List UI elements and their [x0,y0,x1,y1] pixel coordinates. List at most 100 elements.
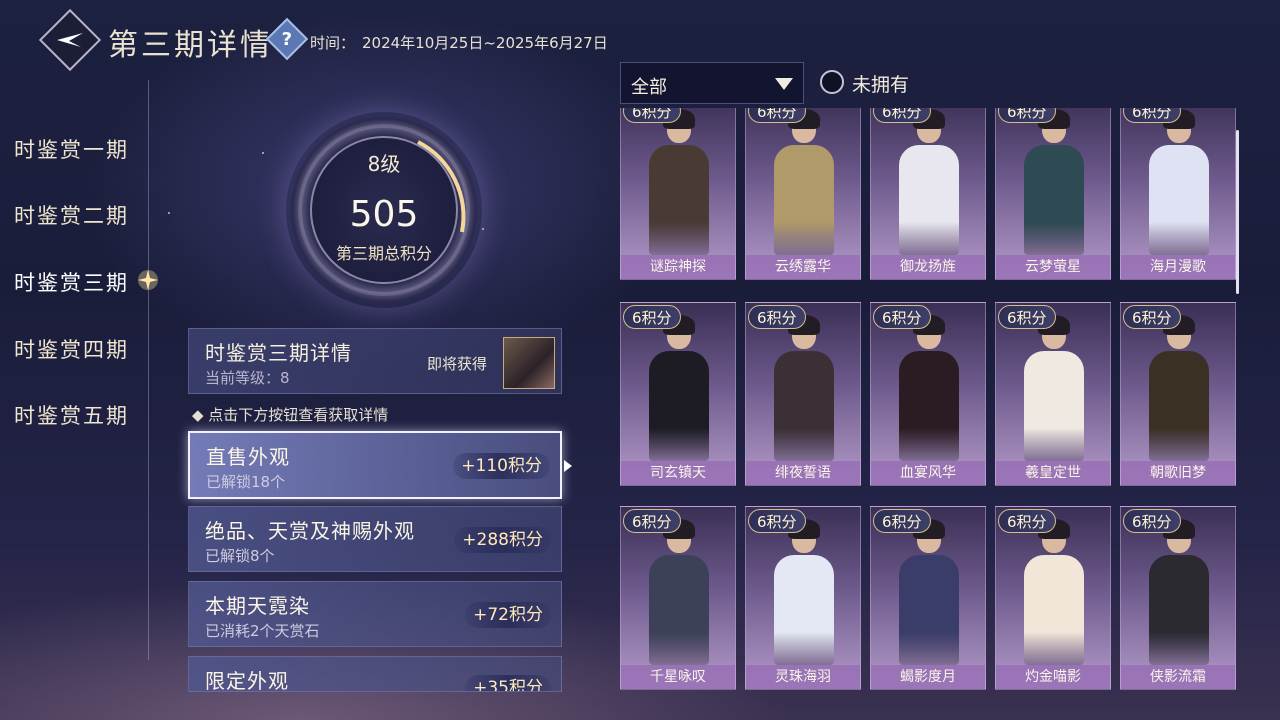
costume-body [1024,351,1084,461]
costume-body [774,145,834,255]
category-dye[interactable]: 本期天霓染 已消耗2个天赏石 +72积分 [188,581,562,647]
costume-card[interactable]: 6积分朝歌旧梦 [1120,302,1236,486]
costume-body [1149,145,1209,255]
score-inner: 8级 505 第三期总积分 [310,136,458,284]
category-title: 绝品、天赏及神赐外观 [205,519,415,543]
costume-figure [1024,108,1084,255]
costume-body [649,351,709,461]
category-points: +35积分 [465,675,551,691]
costume-figure [1024,311,1084,461]
points-badge: 6积分 [873,509,931,533]
star-decoration [168,212,170,214]
category-sub: 已解锁8个 [205,547,275,565]
costume-name: 灵珠海羽 [746,665,860,689]
costume-card[interactable]: 6积分云梦萤星 [995,108,1111,280]
time-range: 2024年10月25日~2025年6月27日 [362,34,608,52]
costume-card[interactable]: 6积分云绣露华 [745,108,861,280]
points-badge: 6积分 [998,108,1056,123]
costume-card[interactable]: 6积分谜踪神探 [620,108,736,280]
nav-divider [148,80,149,660]
category-premium[interactable]: 绝品、天赏及神赐外观 已解锁8个 +288积分 [188,506,562,572]
total-points-label: 第三期总积分 [335,244,432,263]
nav-item-period-4[interactable]: 时鉴赏四期 [14,334,129,364]
time-label: 时间： [310,34,356,52]
costume-name: 谜踪神探 [621,255,735,279]
costume-card[interactable]: 6积分司玄镇天 [620,302,736,486]
costume-body [649,145,709,255]
detail-title: 时鉴赏三期详情 [205,341,352,365]
nav-item-period-5[interactable]: 时鉴赏五期 [14,400,129,430]
costume-figure [774,515,834,665]
star-decoration [262,152,264,154]
upcoming-reward-thumbnail[interactable] [503,337,555,389]
costume-name: 灼金喵影 [996,665,1110,689]
points-badge: 6积分 [748,509,806,533]
filter-value: 全部 [631,77,667,98]
costume-name: 朝歌旧梦 [1121,461,1235,485]
costume-name: 御龙扬旌 [871,255,985,279]
back-arrow-icon [57,33,83,47]
caret-down-icon [775,78,793,90]
costume-name: 云梦萤星 [996,255,1110,279]
costume-name: 司玄镇天 [621,461,735,485]
nav-item-period-2[interactable]: 时鉴赏二期 [14,200,129,230]
costume-figure [649,311,709,461]
costume-figure [774,311,834,461]
costume-figure [899,515,959,665]
costume-figure [899,311,959,461]
costume-figure [649,108,709,255]
costume-card[interactable]: 6积分 蝎影度月 [870,506,986,690]
costume-body [774,351,834,461]
total-points: 505 [349,194,419,235]
costume-name: 绯夜誓语 [746,461,860,485]
star-decoration [482,228,484,230]
points-badge: 6积分 [623,305,681,329]
nav-item-period-3[interactable]: 时鉴赏三期 [14,267,129,297]
unowned-checkbox[interactable] [820,70,844,94]
costume-body [899,351,959,461]
costume-card[interactable]: 6积分绯夜誓语 [745,302,861,486]
costume-figure [774,108,834,255]
page-title: 第三期详情 [108,28,273,63]
costume-card[interactable]: 6积分 千星咏叹 [620,506,736,690]
costume-body [1024,555,1084,665]
period-detail-panel: 时鉴赏三期详情 当前等级：8 即将获得 [188,328,562,394]
costume-name: 海月漫歌 [1121,255,1235,279]
score-medallion: 8级 505 第三期总积分 [286,112,482,308]
costume-card[interactable]: 6积分 海月漫歌 [1120,108,1236,280]
costume-card[interactable]: 6积分灵珠海羽 [745,506,861,690]
category-title: 本期天霓染 [205,594,310,618]
points-badge: 6积分 [998,509,1056,533]
costume-card[interactable]: 6积分 侠影流霜 [1120,506,1236,690]
costume-figure [1149,515,1209,665]
hint-text: ◆ 点击下方按钮查看获取详情 [192,406,389,424]
costume-card[interactable]: 6积分 羲皇定世 [995,302,1111,486]
costume-card[interactable]: 6积分灼金喵影 [995,506,1111,690]
costume-body [649,555,709,665]
costume-name: 羲皇定世 [996,461,1110,485]
nav-item-period-1[interactable]: 时鉴赏一期 [14,134,129,164]
costume-body [899,145,959,255]
costume-name: 云绣露华 [746,255,860,279]
costume-body [899,555,959,665]
filter-dropdown[interactable]: 全部 [620,62,804,104]
points-badge: 6积分 [623,108,681,123]
selected-arrow-icon [564,460,572,472]
costume-figure [649,515,709,665]
costume-body [1149,351,1209,461]
costume-card[interactable]: 6积分 血宴风华 [870,302,986,486]
costume-card[interactable]: 6积分御龙扬旌 [870,108,986,280]
points-badge: 6积分 [748,108,806,123]
unowned-label[interactable]: 未拥有 [852,70,909,97]
category-direct-sale[interactable]: 直售外观 已解锁18个 +110积分 [188,431,562,499]
scrollbar[interactable] [1236,130,1239,294]
costume-figure [1149,108,1209,255]
costume-body [774,555,834,665]
level-text: 8级 [367,152,401,176]
points-badge: 6积分 [748,305,806,329]
category-sub: 已消耗2个天赏石 [205,622,320,640]
back-button[interactable] [38,8,102,72]
points-badge: 6积分 [873,108,931,123]
category-limited[interactable]: 限定外观 +35积分 [188,656,562,692]
points-badge: 6积分 [1123,305,1181,329]
